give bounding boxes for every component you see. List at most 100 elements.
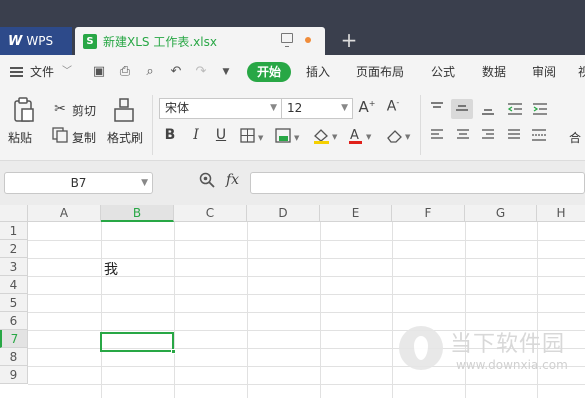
grid-line: [28, 240, 585, 241]
border-icon[interactable]: ▼: [240, 128, 266, 144]
watermark-text: 当下软件园: [450, 332, 566, 357]
merge-button[interactable]: 合: [569, 129, 581, 146]
paste-icon[interactable]: [12, 97, 36, 123]
copy-button[interactable]: 复制: [72, 129, 96, 146]
name-box[interactable]: B7 ▼: [4, 172, 153, 194]
column-header-d[interactable]: D: [247, 205, 320, 222]
grid-line: [28, 312, 585, 313]
hamburger-menu-icon[interactable]: [10, 67, 23, 77]
align-center-icon[interactable]: [456, 128, 470, 142]
increase-font-size-icon[interactable]: A+: [358, 98, 376, 118]
menu-formulas[interactable]: 公式: [431, 55, 455, 89]
chevron-down-icon: ▼: [270, 103, 277, 113]
chevron-down-icon: ▼: [141, 178, 148, 188]
zoom-icon[interactable]: [199, 172, 215, 188]
fill-handle[interactable]: [171, 349, 176, 354]
row-header-3[interactable]: 3: [0, 258, 28, 276]
menu-bar: 文件 ﹀ ▣ ⎙ ⌕ ↶ ↷ ▼ 插入 页面布局 公式 数据 审阅 视: [0, 55, 585, 89]
column-header-a[interactable]: A: [28, 205, 101, 222]
chevron-down-icon: ▼: [341, 103, 348, 113]
decrease-font-size-icon[interactable]: A-: [384, 98, 402, 118]
selected-cell-b7[interactable]: [100, 332, 174, 352]
column-header-g[interactable]: G: [465, 205, 537, 222]
fill-style-icon[interactable]: ▼: [275, 128, 303, 144]
print-icon[interactable]: ⎙: [118, 65, 132, 79]
increase-indent-icon[interactable]: [532, 102, 548, 116]
undo-icon[interactable]: ↶: [169, 65, 183, 79]
align-middle-icon[interactable]: [455, 102, 469, 116]
underline-icon[interactable]: U: [214, 127, 228, 145]
menu-insert[interactable]: 插入: [306, 55, 330, 89]
unsaved-dot-icon: [305, 37, 311, 43]
row-header-2[interactable]: 2: [0, 240, 28, 258]
save-icon[interactable]: ▣: [92, 65, 106, 79]
font-size-select[interactable]: 12 ▼: [281, 98, 353, 119]
monitor-icon[interactable]: [281, 33, 293, 47]
align-left-icon[interactable]: [430, 128, 444, 142]
row-header-7[interactable]: 7: [0, 330, 28, 348]
column-header-f[interactable]: F: [392, 205, 465, 222]
row-header-8[interactable]: 8: [0, 348, 28, 366]
distributed-align-icon[interactable]: [531, 127, 547, 143]
svg-text:▼: ▼: [405, 133, 411, 141]
select-all-corner[interactable]: [0, 205, 28, 222]
customize-dropdown-icon[interactable]: ▼: [219, 65, 233, 79]
format-painter-icon[interactable]: [113, 97, 135, 123]
print-preview-icon[interactable]: ⌕: [143, 65, 157, 79]
column-header-h[interactable]: H: [537, 205, 585, 222]
fill-color-icon[interactable]: ▼: [312, 127, 340, 145]
column-header-e[interactable]: E: [320, 205, 392, 222]
divider: [420, 95, 421, 155]
fx-icon[interactable]: fx: [226, 172, 239, 188]
bold-icon[interactable]: B: [163, 127, 177, 145]
format-painter-button[interactable]: 格式刷: [107, 129, 143, 146]
column-header-b[interactable]: B: [101, 205, 174, 222]
redo-icon[interactable]: ↷: [194, 65, 208, 79]
grid-line: [174, 222, 175, 398]
copy-icon[interactable]: [52, 127, 68, 143]
row-header-9[interactable]: 9: [0, 366, 28, 384]
menu-page-layout[interactable]: 页面布局: [356, 55, 404, 89]
formula-input[interactable]: [250, 172, 585, 194]
svg-text:▼: ▼: [258, 134, 264, 142]
cut-button[interactable]: 剪切: [72, 102, 96, 119]
grid-line: [28, 384, 585, 385]
font-name-value: 宋体: [165, 101, 190, 115]
row-header-5[interactable]: 5: [0, 294, 28, 312]
menu-start-tab[interactable]: 开始: [247, 62, 291, 82]
grid-line: [28, 294, 585, 295]
menu-data[interactable]: 数据: [482, 55, 506, 89]
document-title: 新建XLS 工作表.xlsx: [103, 34, 217, 49]
cell-b3[interactable]: 我: [104, 259, 118, 279]
menu-view[interactable]: 视: [578, 55, 585, 89]
grid-line: [392, 222, 393, 398]
svg-text:▼: ▼: [294, 134, 300, 142]
grid-line: [101, 222, 102, 398]
font-color-icon[interactable]: A ▼: [348, 127, 374, 145]
svg-text:A: A: [350, 128, 359, 143]
svg-text:▼: ▼: [332, 133, 338, 141]
paste-button[interactable]: 粘贴: [8, 129, 32, 146]
eraser-icon[interactable]: ▼: [385, 127, 413, 145]
row-header-4[interactable]: 4: [0, 276, 28, 294]
row-header-1[interactable]: 1: [0, 222, 28, 240]
row-header-6[interactable]: 6: [0, 312, 28, 330]
menu-review[interactable]: 审阅: [532, 55, 556, 89]
chevron-down-icon[interactable]: ﹀: [62, 55, 72, 89]
align-bottom-icon[interactable]: [481, 102, 495, 116]
italic-icon[interactable]: I: [189, 127, 203, 145]
name-box-value: B7: [70, 176, 87, 190]
watermark-logo-icon: [399, 326, 443, 370]
menu-file[interactable]: 文件: [30, 55, 54, 89]
decrease-indent-icon[interactable]: [507, 102, 523, 116]
wps-home-tab[interactable]: W WPS: [0, 27, 72, 55]
font-name-select[interactable]: 宋体 ▼: [159, 98, 282, 119]
align-right-icon[interactable]: [481, 128, 495, 142]
new-tab-button[interactable]: +: [340, 27, 358, 55]
align-top-icon[interactable]: [430, 101, 444, 115]
column-header-c[interactable]: C: [174, 205, 247, 222]
scissors-icon[interactable]: ✂: [52, 101, 68, 117]
watermark-url: www.downxia.com: [456, 358, 568, 372]
justify-icon[interactable]: [507, 128, 521, 142]
grid-line: [320, 222, 321, 398]
